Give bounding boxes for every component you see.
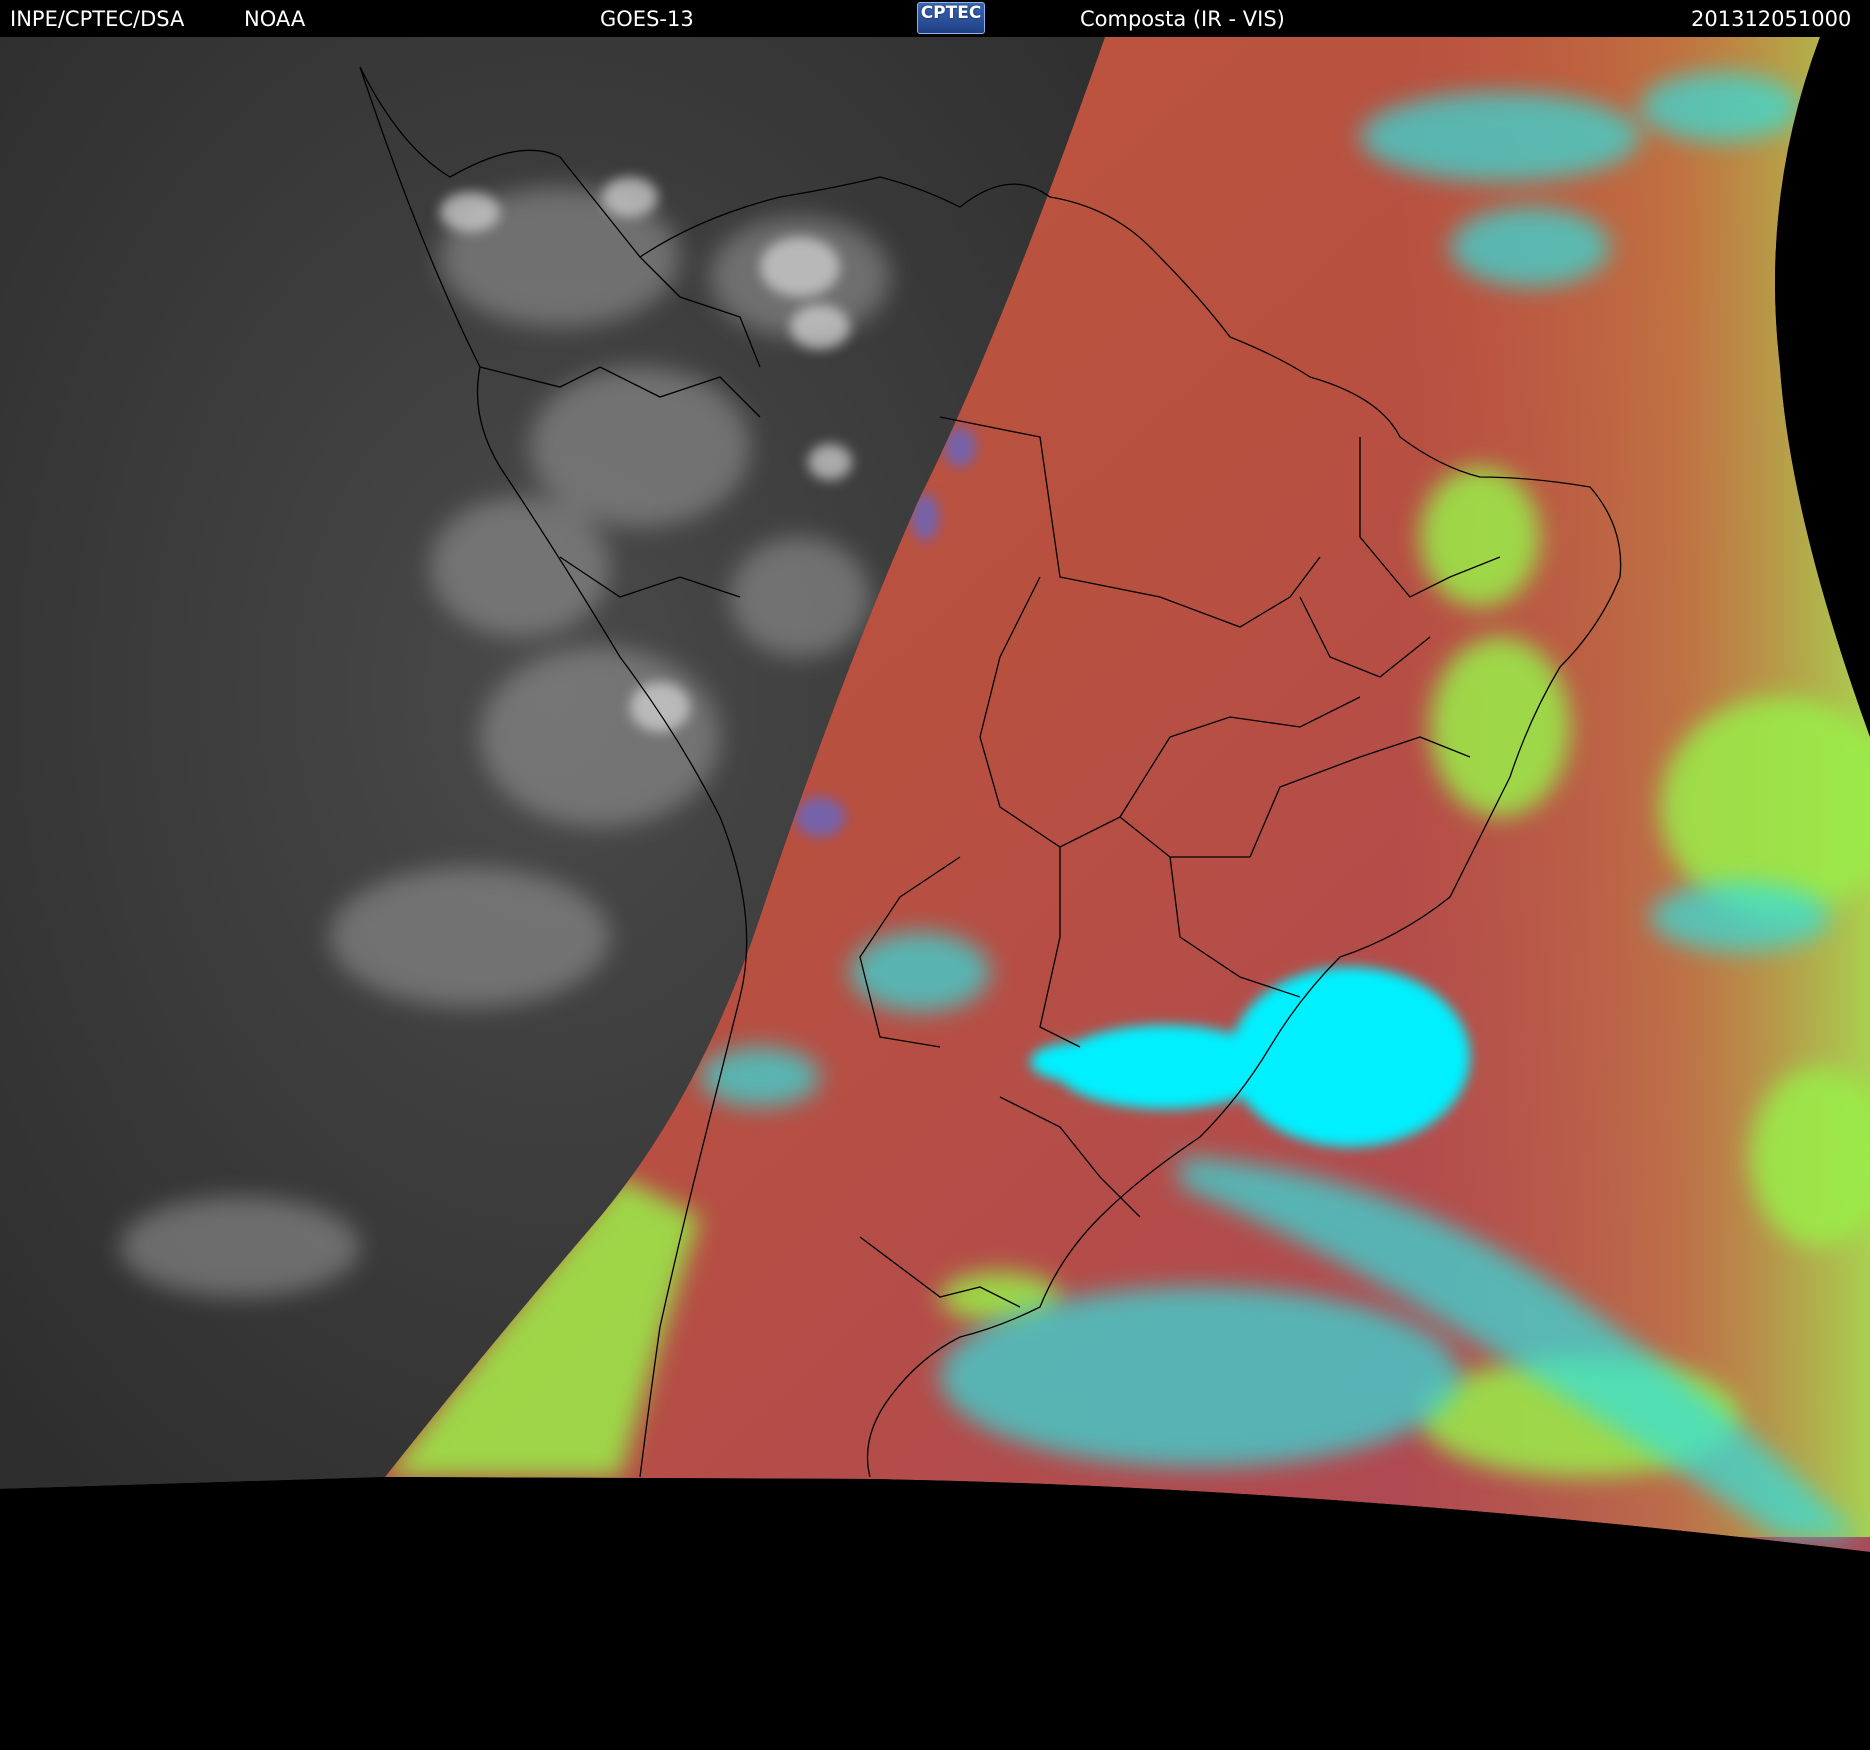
product-label: Composta (IR - VIS) bbox=[1080, 7, 1285, 31]
header-bar: INPE/CPTEC/DSA NOAA GOES-13 CPTEC Compos… bbox=[0, 0, 1870, 37]
logo-text: CPTEC bbox=[920, 3, 982, 23]
satellite-image bbox=[0, 37, 1870, 1750]
source-label: INPE/CPTEC/DSA bbox=[10, 7, 185, 31]
agency-label: NOAA bbox=[244, 7, 306, 31]
timestamp-label: 201312051000 bbox=[1691, 7, 1852, 31]
satellite-label: GOES-13 bbox=[600, 7, 694, 31]
cptec-logo: CPTEC bbox=[917, 2, 985, 34]
